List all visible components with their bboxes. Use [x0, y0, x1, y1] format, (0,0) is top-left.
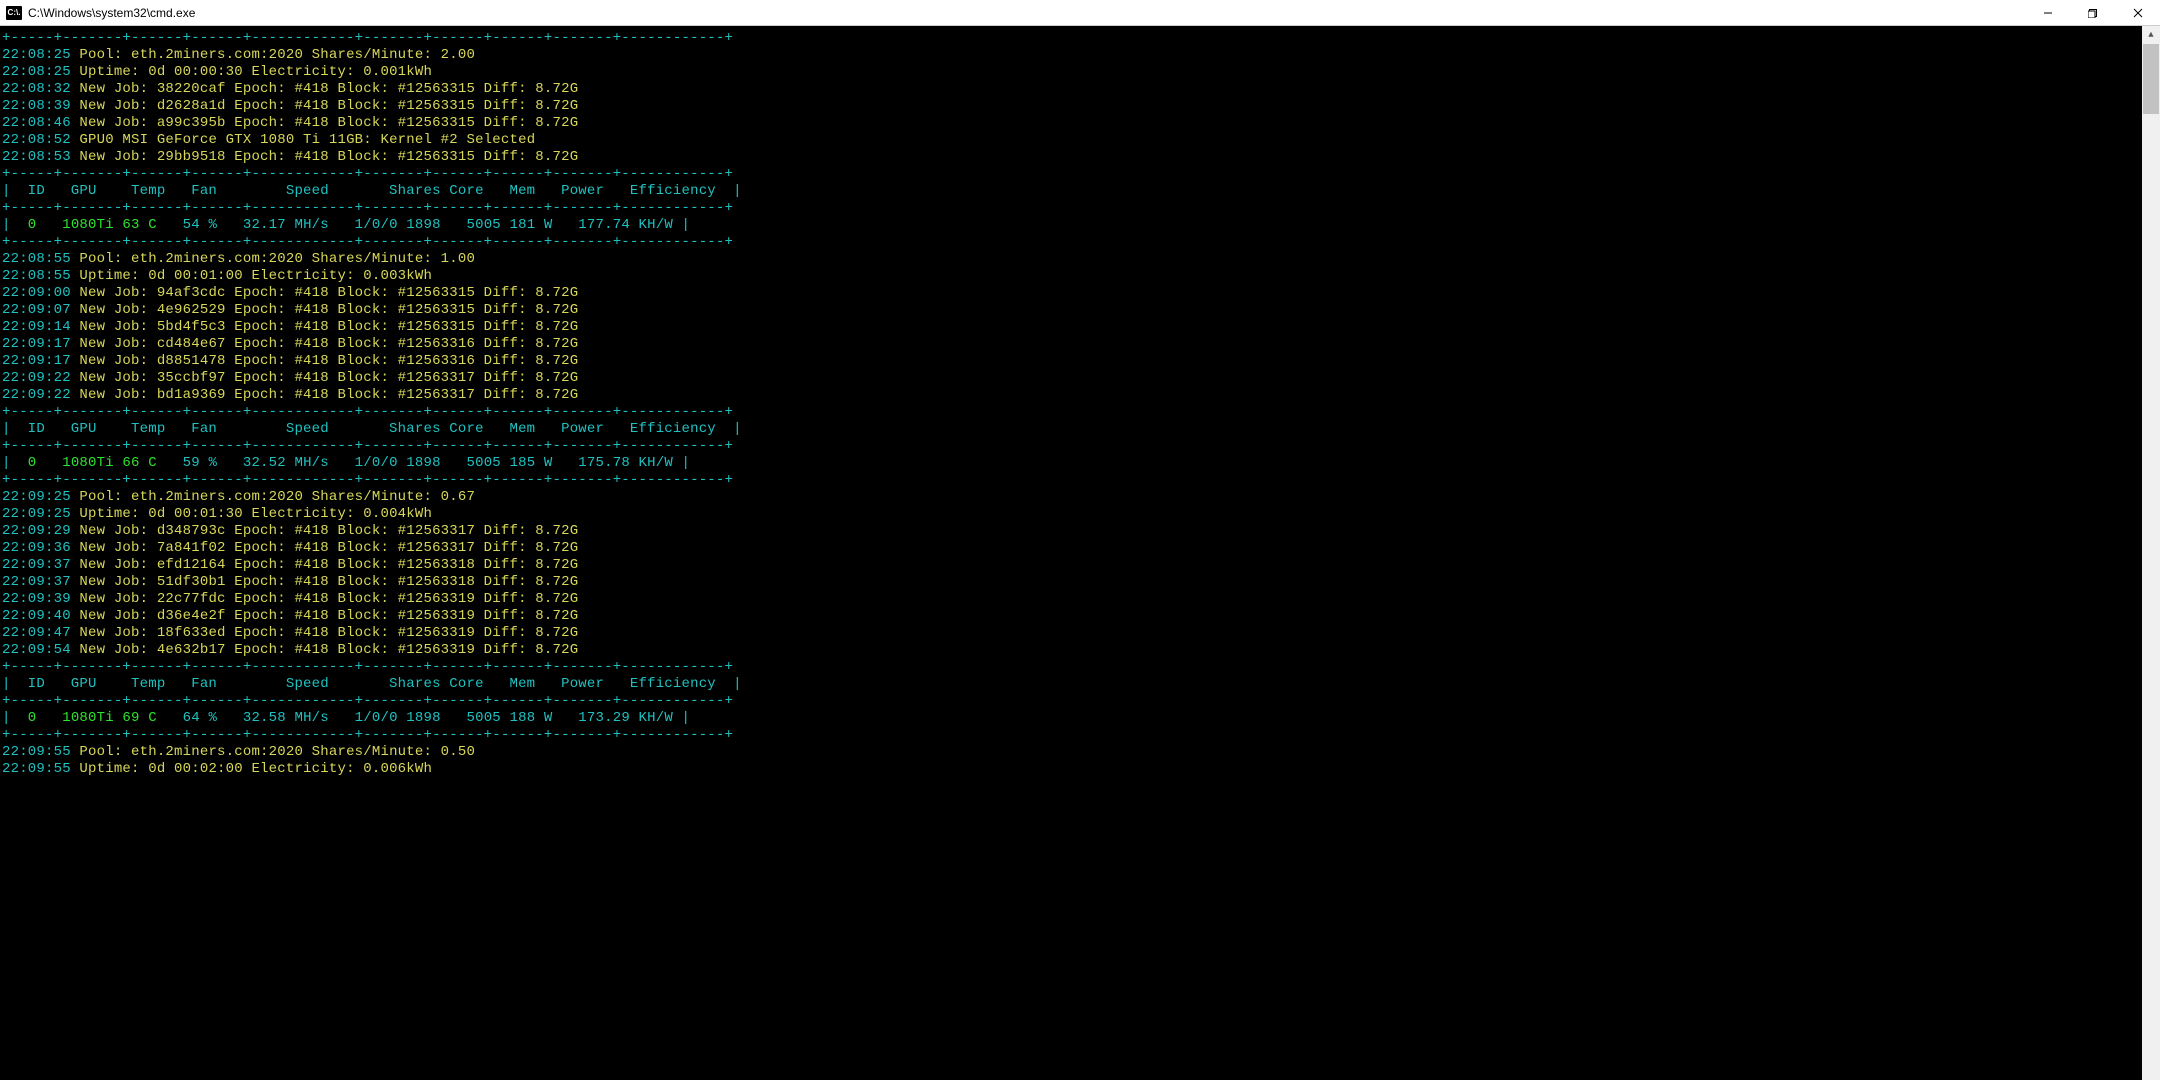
- table-border: +-----+-------+------+------+-----------…: [2, 438, 2142, 455]
- job-line: 22:09:40 New Job: d36e4e2f Epoch: #418 B…: [2, 608, 2142, 625]
- job-line: 22:09:00 New Job: 94af3cdc Epoch: #418 B…: [2, 285, 2142, 302]
- gpu-row: | 0 1080Ti 63 C 54 % 32.17 MH/s 1/0/0 18…: [2, 217, 2142, 234]
- job-line: 22:08:39 New Job: d2628a1d Epoch: #418 B…: [2, 98, 2142, 115]
- job-line: 22:09:47 New Job: 18f633ed Epoch: #418 B…: [2, 625, 2142, 642]
- minimize-button[interactable]: [2025, 0, 2070, 25]
- job-line: 22:09:37 New Job: efd12164 Epoch: #418 B…: [2, 557, 2142, 574]
- job-line: 22:09:07 New Job: 4e962529 Epoch: #418 B…: [2, 302, 2142, 319]
- job-line: 22:09:14 New Job: 5bd4f5c3 Epoch: #418 B…: [2, 319, 2142, 336]
- table-border: +-----+-------+------+------+-----------…: [2, 693, 2142, 710]
- cmd-icon: C:\.: [6, 6, 22, 20]
- window-title: C:\Windows\system32\cmd.exe: [28, 6, 195, 20]
- maximize-button[interactable]: [2070, 0, 2115, 25]
- job-line: 22:09:37 New Job: 51df30b1 Epoch: #418 B…: [2, 574, 2142, 591]
- pool-line: 22:08:55 Pool: eth.2miners.com:2020 Shar…: [2, 251, 2142, 268]
- pool-line: 22:08:25 Pool: eth.2miners.com:2020 Shar…: [2, 47, 2142, 64]
- uptime-line: 22:08:55 Uptime: 0d 00:01:00 Electricity…: [2, 268, 2142, 285]
- job-line: 22:09:36 New Job: 7a841f02 Epoch: #418 B…: [2, 540, 2142, 557]
- pool-line: 22:09:25 Pool: eth.2miners.com:2020 Shar…: [2, 489, 2142, 506]
- table-border: +-----+-------+------+------+-----------…: [2, 30, 2142, 47]
- table-border: +-----+-------+------+------+-----------…: [2, 659, 2142, 676]
- table-header: | ID GPU Temp Fan Speed Shares Core Mem …: [2, 421, 2142, 438]
- scroll-thumb[interactable]: [2143, 44, 2159, 114]
- table-header: | ID GPU Temp Fan Speed Shares Core Mem …: [2, 183, 2142, 200]
- table-border: +-----+-------+------+------+-----------…: [2, 166, 2142, 183]
- scroll-up-arrow[interactable]: ▲: [2142, 26, 2160, 44]
- table-header: | ID GPU Temp Fan Speed Shares Core Mem …: [2, 676, 2142, 693]
- job-line: 22:08:32 New Job: 38220caf Epoch: #418 B…: [2, 81, 2142, 98]
- table-border: +-----+-------+------+------+-----------…: [2, 472, 2142, 489]
- table-border: +-----+-------+------+------+-----------…: [2, 404, 2142, 421]
- job-line: 22:09:22 New Job: 35ccbf97 Epoch: #418 B…: [2, 370, 2142, 387]
- table-border: +-----+-------+------+------+-----------…: [2, 234, 2142, 251]
- table-border: +-----+-------+------+------+-----------…: [2, 200, 2142, 217]
- uptime-line: 22:09:55 Uptime: 0d 00:02:00 Electricity…: [2, 761, 2142, 778]
- job-line: 22:09:22 New Job: bd1a9369 Epoch: #418 B…: [2, 387, 2142, 404]
- window-titlebar[interactable]: C:\. C:\Windows\system32\cmd.exe: [0, 0, 2160, 26]
- gpu-row: | 0 1080Ti 66 C 59 % 32.52 MH/s 1/0/0 18…: [2, 455, 2142, 472]
- uptime-line: 22:09:25 Uptime: 0d 00:01:30 Electricity…: [2, 506, 2142, 523]
- job-line: 22:08:52 GPU0 MSI GeForce GTX 1080 Ti 11…: [2, 132, 2142, 149]
- job-line: 22:08:53 New Job: 29bb9518 Epoch: #418 B…: [2, 149, 2142, 166]
- job-line: 22:09:54 New Job: 4e632b17 Epoch: #418 B…: [2, 642, 2142, 659]
- job-line: 22:09:39 New Job: 22c77fdc Epoch: #418 B…: [2, 591, 2142, 608]
- job-line: 22:09:17 New Job: cd484e67 Epoch: #418 B…: [2, 336, 2142, 353]
- close-button[interactable]: [2115, 0, 2160, 25]
- table-border: +-----+-------+------+------+-----------…: [2, 727, 2142, 744]
- scrollbar[interactable]: ▲: [2142, 26, 2160, 1080]
- job-line: 22:09:29 New Job: d348793c Epoch: #418 B…: [2, 523, 2142, 540]
- job-line: 22:09:17 New Job: d8851478 Epoch: #418 B…: [2, 353, 2142, 370]
- gpu-row: | 0 1080Ti 69 C 64 % 32.58 MH/s 1/0/0 18…: [2, 710, 2142, 727]
- job-line: 22:08:46 New Job: a99c395b Epoch: #418 B…: [2, 115, 2142, 132]
- uptime-line: 22:08:25 Uptime: 0d 00:00:30 Electricity…: [2, 64, 2142, 81]
- pool-line: 22:09:55 Pool: eth.2miners.com:2020 Shar…: [2, 744, 2142, 761]
- terminal-output[interactable]: +-----+-------+------+------+-----------…: [0, 26, 2142, 1080]
